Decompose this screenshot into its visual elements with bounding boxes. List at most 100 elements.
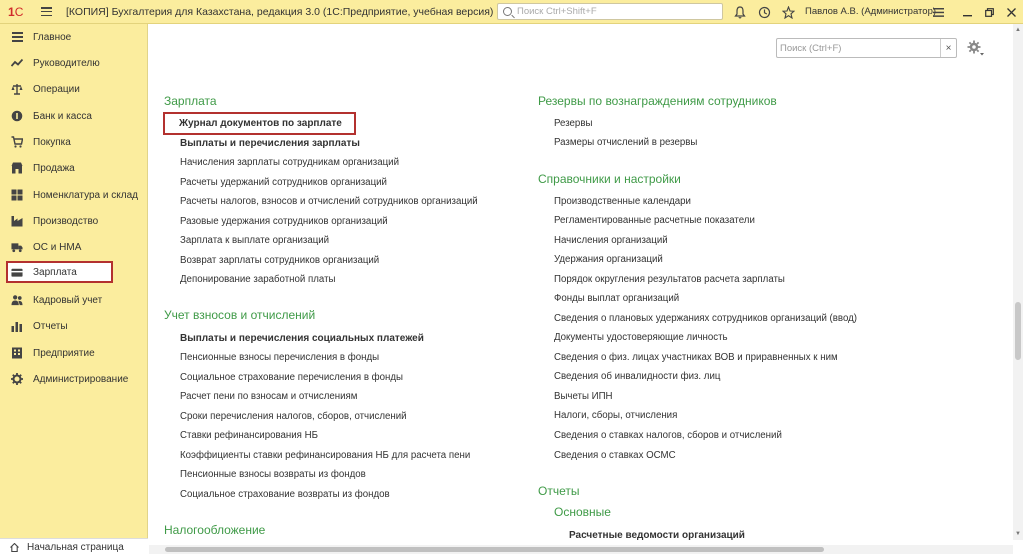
sidebar-item-label: Кадровый учет	[33, 294, 103, 306]
sidebar-item-label: Руководителю	[33, 57, 100, 69]
link-taxes-calc[interactable]: Расчеты налогов, взносов и отчислений со…	[180, 196, 478, 207]
link-ipn-deductions[interactable]: Вычеты ИПН	[554, 391, 613, 402]
link-disability-info[interactable]: Сведения об инвалидности физ. лиц	[554, 371, 720, 382]
star-icon[interactable]	[780, 4, 796, 20]
link-transfer-deadlines[interactable]: Сроки перечисления налогов, сборов, отчи…	[180, 411, 407, 422]
link-salary-accruals[interactable]: Начисления зарплаты сотрудникам организа…	[180, 157, 399, 168]
link-id-documents[interactable]: Документы удостоверяющие личность	[554, 332, 728, 343]
link-wwii-participants[interactable]: Сведения о физ. лицах участниках ВОВ и п…	[554, 352, 838, 363]
link-payment-funds[interactable]: Фонды выплат организаций	[554, 293, 679, 304]
link-pension-returns[interactable]: Пенсионные взносы возвраты из фондов	[180, 469, 366, 480]
link-org-accruals[interactable]: Начисления организаций	[554, 235, 668, 246]
scroll-down-icon[interactable]: ▼	[1014, 530, 1022, 538]
link-production-calendars[interactable]: Производственные календари	[554, 196, 691, 207]
link-pension-transfers[interactable]: Пенсионные взносы перечисления в фонды	[180, 352, 379, 363]
link-reserve-rates[interactable]: Размеры отчислений в резервы	[554, 137, 697, 148]
1c-logo: 1С	[8, 5, 24, 19]
link-org-deductions[interactable]: Удержания организаций	[554, 254, 663, 265]
home-icon	[10, 543, 19, 552]
link-reserves[interactable]: Резервы	[554, 118, 592, 129]
sections-panel: Главное Руководителю Операции Банк и кас…	[0, 24, 148, 538]
sidebar-item-nomenclature[interactable]: Номенклатура и склад	[0, 184, 147, 206]
section-search-input[interactable]	[780, 42, 935, 54]
link-salary-payments[interactable]: Выплаты и перечисления зарплаты	[180, 138, 360, 149]
link-taxes-fees[interactable]: Налоги, сборы, отчисления	[554, 410, 677, 421]
settings-gear-icon[interactable]	[967, 40, 985, 58]
clear-search-icon[interactable]: ×	[940, 39, 956, 57]
subsection-title-main-reports: Основные	[554, 505, 611, 519]
sidebar-item-label: Банк и касса	[33, 110, 92, 122]
horizontal-scroll-thumb[interactable]	[165, 547, 824, 552]
building-icon	[11, 347, 23, 359]
link-rounding-order[interactable]: Порядок округления результатов расчета з…	[554, 274, 785, 285]
minimize-icon[interactable]	[958, 3, 976, 21]
sidebar-item-salary[interactable]: Зарплата	[6, 261, 113, 283]
link-social-insurance-transfers[interactable]: Социальное страхование перечисления в фо…	[180, 372, 403, 383]
section-title-reports: Отчеты	[538, 484, 580, 498]
link-salary-documents-journal[interactable]: Журнал документов по зарплате	[163, 112, 356, 135]
sidebar-item-main[interactable]: Главное	[0, 26, 147, 48]
salary-section-panel: × Зарплата Журнал документов по зарплате…	[149, 24, 1023, 554]
current-user[interactable]: Павлов А.В. (Администратор)	[805, 6, 936, 17]
bell-icon[interactable]	[732, 4, 748, 20]
sidebar-item-purchase[interactable]: Покупка	[0, 131, 147, 153]
sidebar-item-operations[interactable]: Операции	[0, 78, 147, 100]
link-social-insurance-returns[interactable]: Социальное страхование возвраты из фондо…	[180, 489, 390, 500]
link-penalty-calc[interactable]: Расчет пени по взносам и отчислениям	[180, 391, 357, 402]
close-icon[interactable]	[1002, 3, 1020, 21]
sidebar-item-production[interactable]: Производство	[0, 210, 147, 232]
link-osms-rates[interactable]: Сведения о ставках ОСМС	[554, 450, 676, 461]
sidebar-item-enterprise[interactable]: Предприятие	[0, 342, 147, 364]
horizontal-scrollbar[interactable]	[149, 545, 1013, 554]
link-salary-deposit[interactable]: Депонирование заработной платы	[180, 274, 335, 285]
window-menu-icon[interactable]	[929, 3, 947, 21]
link-onetime-deductions[interactable]: Разовые удержания сотрудников организаци…	[180, 216, 388, 227]
link-social-payments[interactable]: Выплаты и перечисления социальных платеж…	[180, 333, 424, 344]
link-regulated-indicators[interactable]: Регламентированные расчетные показатели	[554, 215, 755, 226]
home-page-label: Начальная страница	[27, 542, 124, 553]
section-title-references: Справочники и настройки	[538, 172, 681, 186]
history-icon[interactable]	[756, 4, 772, 20]
home-page-tab[interactable]: Начальная страница	[0, 538, 148, 554]
sidebar-item-hr[interactable]: Кадровый учет	[0, 289, 147, 311]
search-icon	[503, 7, 512, 16]
vertical-scroll-thumb[interactable]	[1015, 302, 1021, 360]
section-title-reserves: Резервы по вознаграждениям сотрудников	[538, 94, 777, 108]
link-refinancing-coefficients[interactable]: Коэффициенты ставки рефинансирования НБ …	[180, 450, 470, 461]
link-tax-rates-info[interactable]: Сведения о ставках налогов, сборов и отч…	[554, 430, 782, 441]
section-title-taxation: Налогообложение	[164, 523, 266, 537]
global-search-input[interactable]	[517, 6, 717, 17]
link-salary-return[interactable]: Возврат зарплаты сотрудников организаций	[180, 255, 379, 266]
sidebar-item-fixed-assets[interactable]: ОС и НМА	[0, 236, 147, 258]
main-menu-icon[interactable]	[41, 7, 52, 17]
shop-icon	[11, 162, 23, 174]
bar-chart-icon	[11, 320, 23, 332]
link-planned-deductions[interactable]: Сведения о плановых удержаниях сотрудник…	[554, 313, 857, 324]
sidebar-item-label: Покупка	[33, 136, 71, 148]
title-bar: 1С [КОПИЯ] Бухгалтерия для Казахстана, р…	[0, 0, 1023, 24]
sidebar-item-bank[interactable]: Банк и касса	[0, 105, 147, 127]
sidebar-item-label: Зарплата	[33, 266, 77, 278]
global-search[interactable]	[497, 3, 723, 20]
grid-icon	[11, 189, 23, 201]
section-search[interactable]: ×	[776, 38, 957, 58]
wallet-icon	[11, 266, 23, 278]
sidebar-item-reports[interactable]: Отчеты	[0, 315, 147, 337]
link-salary-to-pay[interactable]: Зарплата к выплате организаций	[180, 235, 329, 246]
sidebar-item-label: Номенклатура и склад	[33, 189, 138, 201]
scroll-up-icon[interactable]: ▲	[1014, 26, 1022, 34]
sidebar-item-manager[interactable]: Руководителю	[0, 52, 147, 74]
trend-icon	[11, 57, 23, 69]
sidebar-item-label: Производство	[33, 215, 99, 227]
cart-icon	[11, 136, 23, 148]
link-payroll-statements[interactable]: Расчетные ведомости организаций	[569, 530, 745, 541]
link-deductions-calc[interactable]: Расчеты удержаний сотрудников организаци…	[180, 177, 387, 188]
sidebar-item-sales[interactable]: Продажа	[0, 157, 147, 179]
coins-icon	[11, 110, 23, 122]
sidebar-item-label: Предприятие	[33, 347, 95, 359]
sidebar-item-label: Главное	[33, 31, 72, 43]
vertical-scrollbar[interactable]: ▲ ▼	[1013, 24, 1023, 540]
sidebar-item-administration[interactable]: Администрирование	[0, 368, 147, 390]
restore-icon[interactable]	[980, 3, 998, 21]
link-refinancing-rates[interactable]: Ставки рефинансирования НБ	[180, 430, 318, 441]
